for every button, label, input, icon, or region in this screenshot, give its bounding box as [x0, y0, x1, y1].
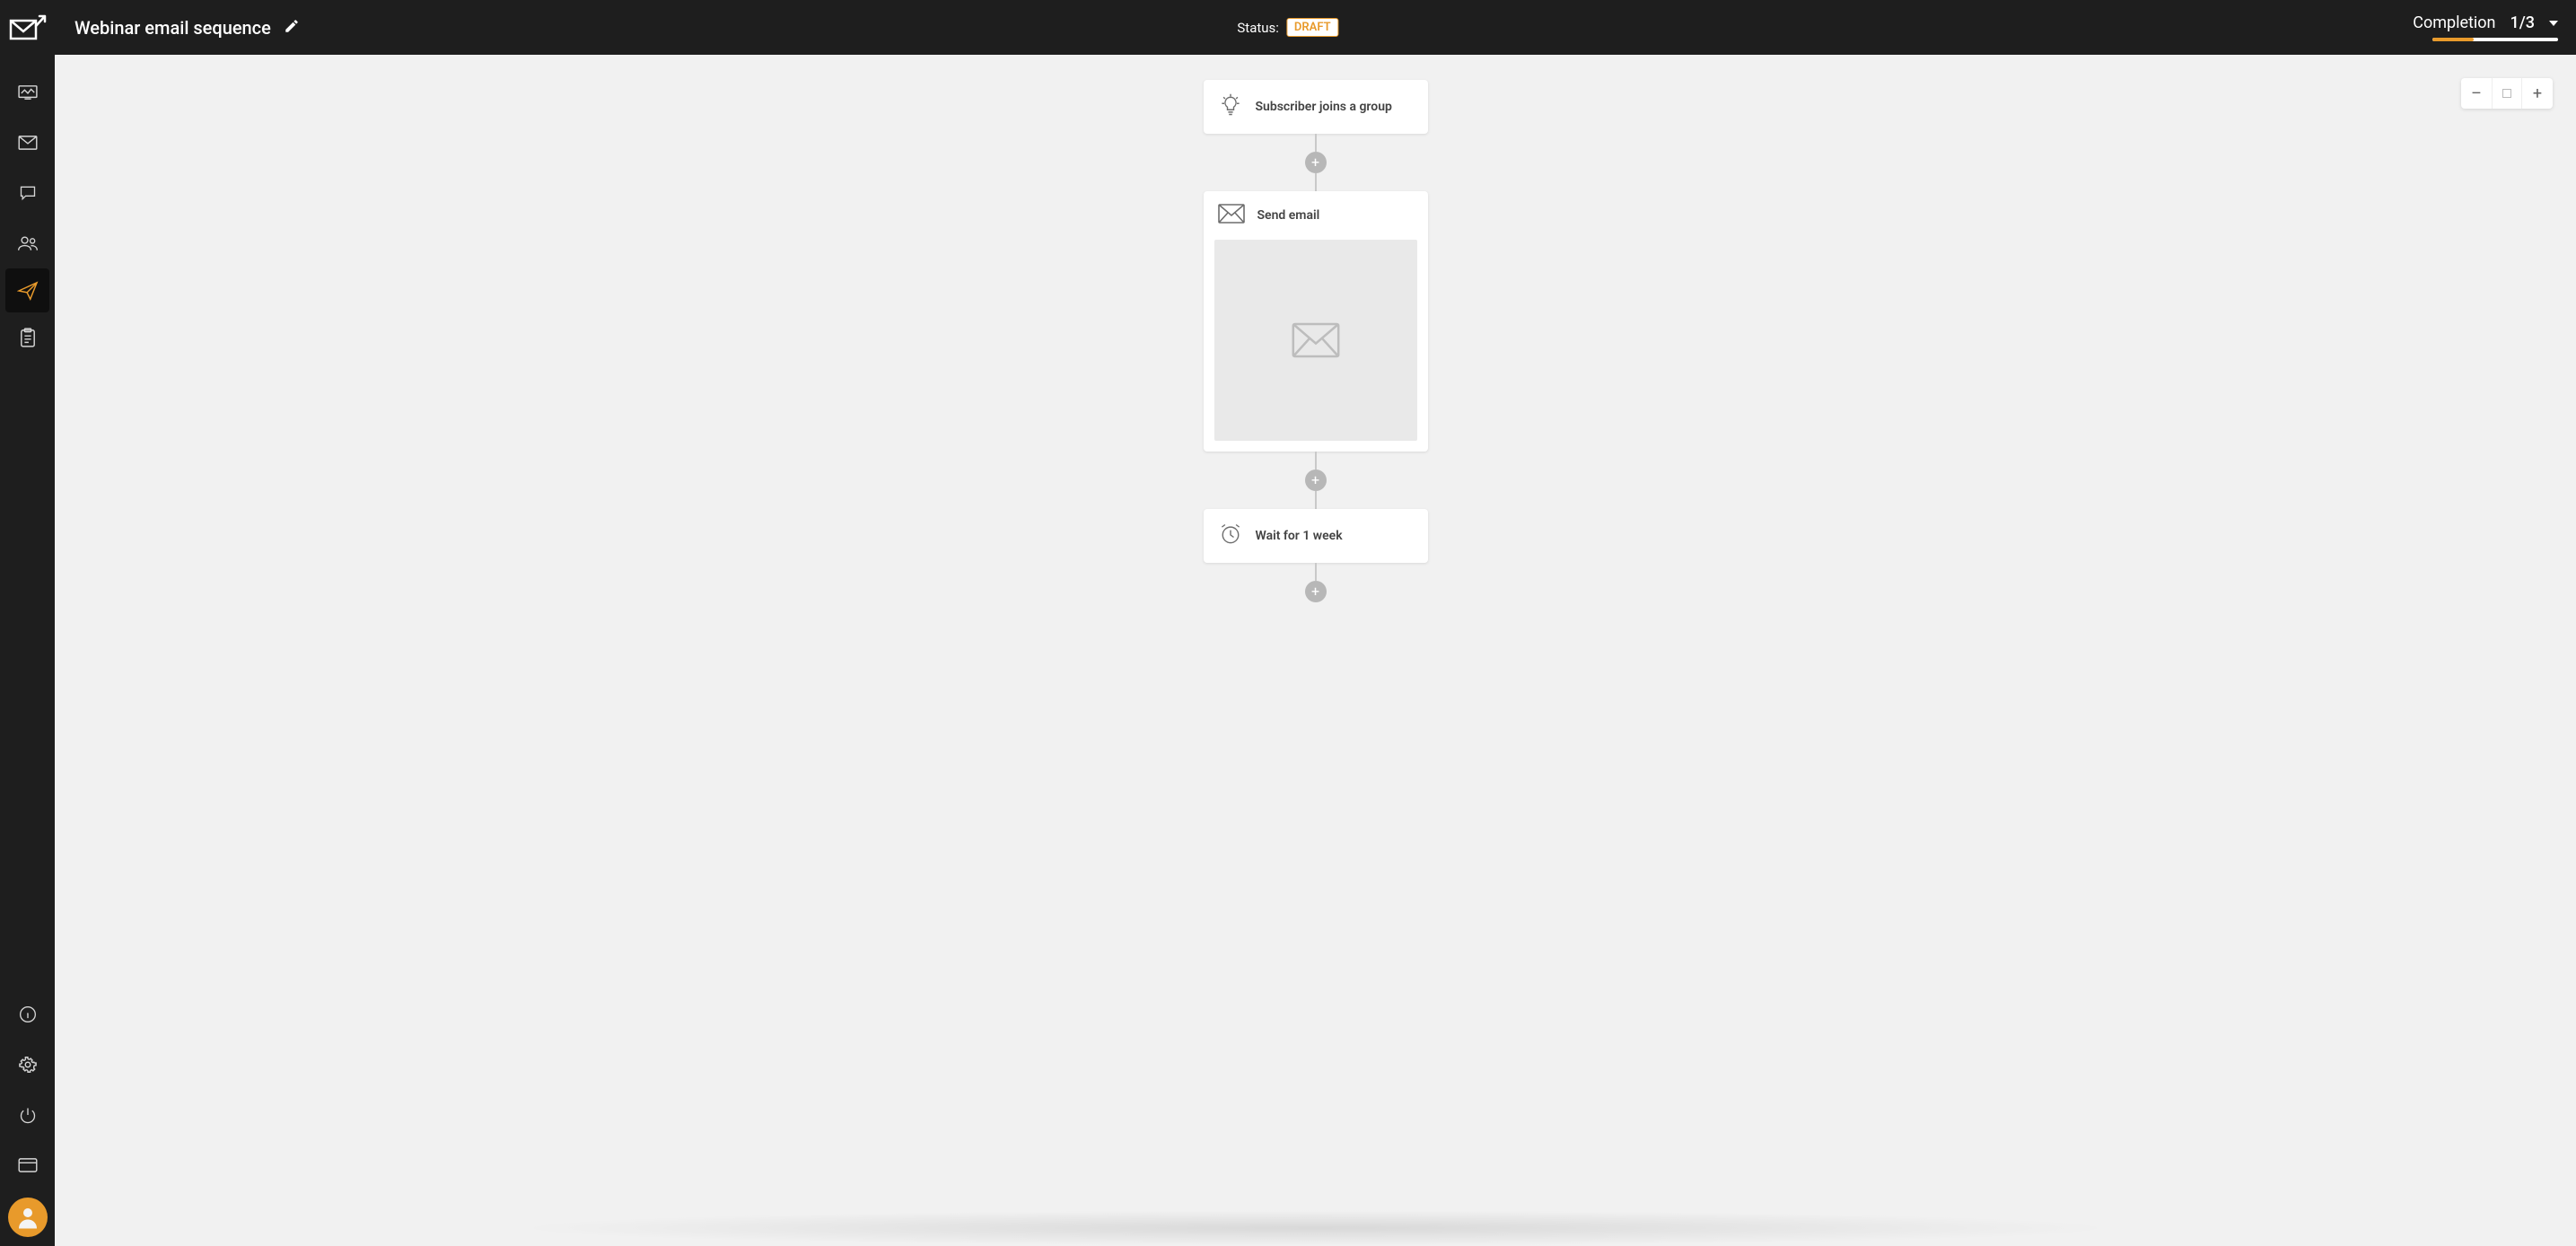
sidebar-item-settings[interactable] [0, 1040, 55, 1090]
fit-icon [2502, 89, 2511, 98]
sidebar-item-subscribers[interactable] [0, 218, 55, 268]
connector [1315, 491, 1317, 509]
sidebar-item-forms[interactable] [0, 312, 55, 363]
zoom-fit-button[interactable] [2492, 78, 2522, 109]
dashboard-icon [18, 84, 38, 101]
lightbulb-icon [1218, 92, 1243, 121]
node-send-email[interactable]: Send email [1204, 191, 1428, 452]
info-icon [19, 1005, 37, 1023]
envelope-placeholder-icon [1292, 321, 1340, 359]
connector [1315, 452, 1317, 469]
sidebar-item-dashboard[interactable] [0, 67, 55, 118]
clipboard-icon [20, 328, 36, 347]
canvas-bottom-shadow [509, 1210, 2123, 1246]
envelope-icon [1218, 204, 1245, 227]
connector [1315, 134, 1317, 152]
edit-title-button[interactable] [284, 18, 300, 38]
pencil-icon [284, 18, 300, 34]
add-step-button[interactable]: + [1305, 581, 1327, 602]
sidebar-item-logout[interactable] [0, 1090, 55, 1140]
zoom-in-button[interactable]: + [2522, 78, 2553, 109]
completion-progress [2432, 38, 2558, 41]
user-avatar[interactable] [8, 1198, 48, 1237]
workflow-canvas[interactable]: – + Subscriber joins a group [55, 55, 2576, 1246]
zoom-controls: – + [2461, 78, 2553, 109]
add-step-button[interactable]: + [1305, 469, 1327, 491]
envelope-icon [18, 136, 38, 150]
sidebar-item-chat[interactable] [0, 168, 55, 218]
credit-card-icon [18, 1158, 38, 1172]
gear-icon [18, 1055, 38, 1075]
completion-count: 1/3 [2510, 13, 2535, 32]
app-header: Webinar email sequence Status: DRAFT Com… [0, 0, 2576, 55]
status-label: Status: [1237, 20, 1279, 36]
completion-widget[interactable]: Completion 1/3 [2413, 13, 2558, 41]
sidebar-item-info[interactable] [0, 989, 55, 1040]
clock-icon [1218, 522, 1243, 550]
completion-label: Completion [2413, 13, 2495, 32]
logo-icon [9, 13, 47, 42]
node-delay-label: Wait for 1 week [1256, 529, 1343, 543]
connector [1315, 173, 1317, 191]
node-send-email-label: Send email [1257, 208, 1320, 223]
connector [1315, 563, 1317, 581]
chat-icon [19, 184, 37, 202]
sidebar-item-billing[interactable] [0, 1140, 55, 1190]
chevron-down-icon [2549, 21, 2558, 26]
status: Status: DRAFT [1237, 18, 1338, 37]
zoom-out-button[interactable]: – [2461, 78, 2492, 109]
node-trigger[interactable]: Subscriber joins a group [1204, 80, 1428, 134]
app-logo[interactable] [0, 0, 55, 55]
power-icon [19, 1106, 37, 1124]
sidebar [0, 55, 55, 1246]
add-step-button[interactable]: + [1305, 152, 1327, 173]
workflow-flow: Subscriber joins a group + Send emai [1204, 80, 1428, 602]
email-preview-placeholder[interactable] [1214, 240, 1417, 441]
status-badge: DRAFT [1286, 18, 1339, 37]
paper-plane-icon [17, 281, 39, 301]
node-trigger-label: Subscriber joins a group [1256, 100, 1392, 114]
sidebar-item-campaigns[interactable] [0, 118, 55, 168]
node-delay[interactable]: Wait for 1 week [1204, 509, 1428, 563]
sidebar-item-automation[interactable] [5, 268, 49, 312]
completion-progress-fill [2432, 38, 2474, 41]
avatar-icon [14, 1204, 41, 1231]
workflow-title: Webinar email sequence [74, 17, 271, 39]
people-icon [17, 235, 39, 251]
